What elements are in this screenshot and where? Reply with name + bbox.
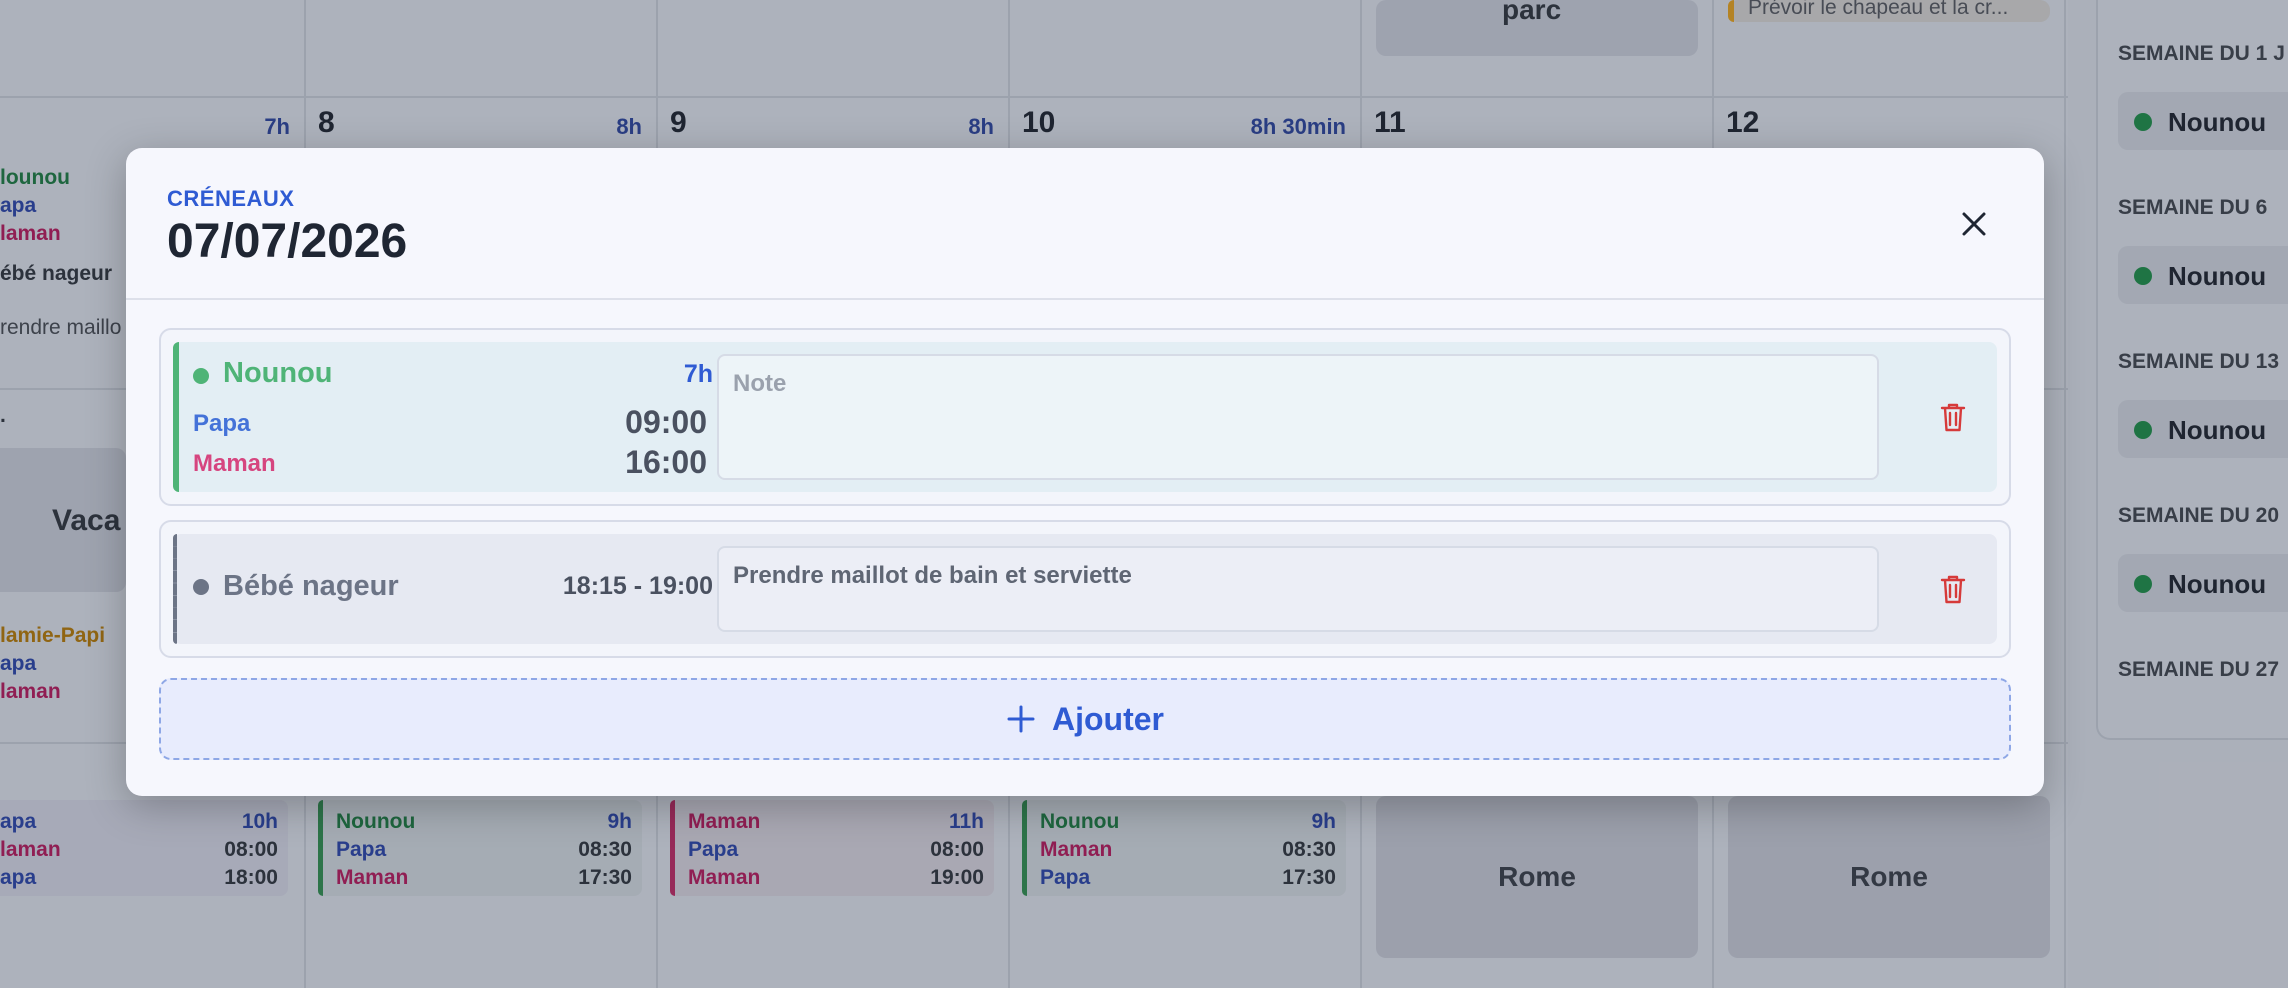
modal-eyebrow: CRÉNEAUX — [167, 186, 295, 211]
start-time[interactable]: 09:00 — [573, 404, 707, 441]
slot-body: Bébé nageur 18:15 - 19:00 — [173, 534, 1997, 644]
plus-icon — [1007, 705, 1035, 733]
pick-up-person[interactable]: Maman — [193, 450, 276, 478]
add-slot-button[interactable]: Ajouter — [159, 678, 2011, 760]
slot-body: Nounou 7h Papa Maman 09:00 16:00 — [173, 342, 1997, 492]
delete-slot-button[interactable] — [1937, 572, 1969, 606]
modal-header: CRÉNEAUX 07/07/2026 — [126, 148, 2044, 300]
slot-name: Bébé nageur — [223, 570, 399, 602]
trash-icon — [1940, 575, 1966, 604]
status-dot — [193, 368, 209, 384]
modal-title: 07/07/2026 — [167, 215, 408, 268]
close-button[interactable] — [1956, 206, 1992, 242]
add-slot-label: Ajouter — [1052, 700, 1164, 737]
slots-modal: CRÉNEAUX 07/07/2026 Nounou 7h Papa Maman… — [126, 148, 2044, 796]
end-time[interactable]: 16:00 — [573, 444, 707, 481]
slot-duration: 7h — [683, 360, 713, 388]
slot-accent — [173, 534, 177, 644]
drop-off-person[interactable]: Papa — [193, 410, 250, 438]
note-input[interactable] — [717, 354, 1879, 480]
status-dot — [193, 579, 209, 595]
slot-name: Nounou — [223, 357, 333, 389]
note-input[interactable] — [717, 546, 1879, 632]
slot-row-bebe-nageur: Bébé nageur 18:15 - 19:00 — [159, 520, 2011, 658]
slot-time-range[interactable]: 18:15 - 19:00 — [503, 572, 713, 601]
slot-accent — [173, 342, 179, 492]
trash-icon — [1940, 403, 1966, 432]
slot-row-nounou: Nounou 7h Papa Maman 09:00 16:00 — [159, 328, 2011, 506]
delete-slot-button[interactable] — [1937, 400, 1969, 434]
close-icon — [1962, 212, 1986, 236]
